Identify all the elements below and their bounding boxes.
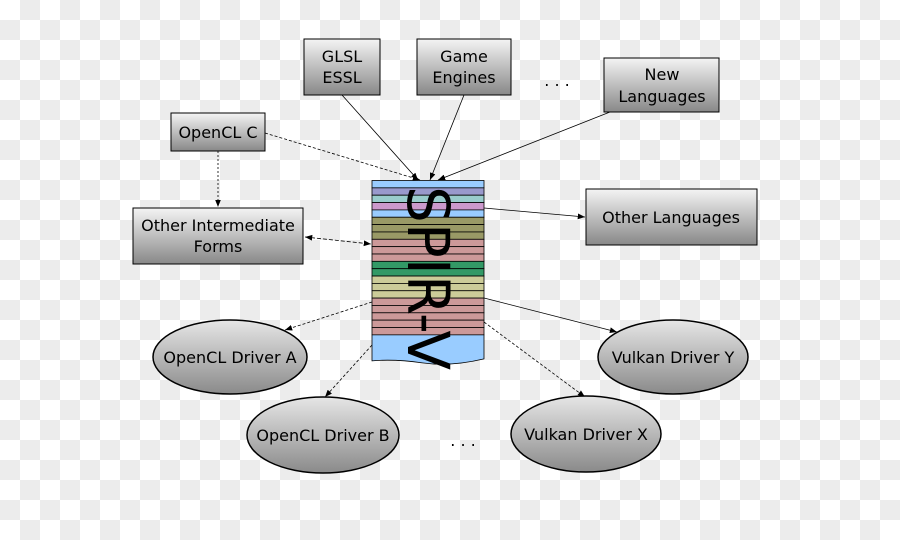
ellipsis-bottom: . . . bbox=[450, 431, 475, 450]
node-opencl-driver-a: OpenCL Driver A bbox=[152, 319, 308, 395]
node-label: Engines bbox=[432, 68, 495, 87]
node-label: Languages bbox=[618, 87, 705, 106]
edge-spirv-otherlang bbox=[483, 207, 586, 220]
node-label: Game bbox=[440, 47, 488, 66]
node-game-engines: Game Engines bbox=[416, 38, 512, 96]
spirv-ecosystem-diagram: SPIR-V GLSL ESSL Game Engines . . . New … bbox=[132, 38, 758, 474]
edge-game-spirv bbox=[429, 94, 465, 181]
node-other-intermediate-forms: Other Intermediate Forms bbox=[132, 207, 304, 265]
edge-glsl-spirv bbox=[341, 94, 419, 181]
node-label: Vulkan Driver Y bbox=[612, 348, 735, 367]
node-label: OpenCL C bbox=[178, 123, 257, 142]
node-label: ESSL bbox=[322, 68, 361, 87]
node-opencl-driver-b: OpenCL Driver B bbox=[246, 396, 400, 474]
node-vulkan-driver-y: Vulkan Driver Y bbox=[597, 319, 749, 395]
edge-spirv-drivera bbox=[284, 301, 373, 331]
node-label: OpenCL Driver A bbox=[163, 348, 296, 367]
node-vulkan-driver-x: Vulkan Driver X bbox=[510, 395, 662, 473]
edge-spirv-driverx bbox=[483, 321, 586, 398]
ellipsis-top: . . . bbox=[544, 71, 569, 90]
node-opencl-c: OpenCL C bbox=[170, 112, 266, 152]
edge-otherir-spirv bbox=[304, 234, 372, 247]
node-glsl-essl: GLSL ESSL bbox=[303, 38, 381, 96]
edge-spirv-driverb bbox=[324, 344, 373, 398]
node-label: Other Languages bbox=[602, 208, 740, 227]
node-label: New bbox=[645, 65, 680, 84]
node-label: OpenCL Driver B bbox=[256, 426, 389, 445]
edge-spirv-drivery bbox=[483, 297, 618, 334]
edge-new-spirv bbox=[437, 111, 611, 181]
node-label: Forms bbox=[194, 237, 243, 256]
node-other-languages: Other Languages bbox=[585, 188, 758, 246]
spirv-label: SPIR-V bbox=[394, 186, 462, 370]
node-new-languages: New Languages bbox=[603, 57, 720, 113]
node-label: GLSL bbox=[322, 47, 362, 66]
node-label: Vulkan Driver X bbox=[524, 425, 648, 444]
node-label: Other Intermediate bbox=[141, 216, 295, 235]
